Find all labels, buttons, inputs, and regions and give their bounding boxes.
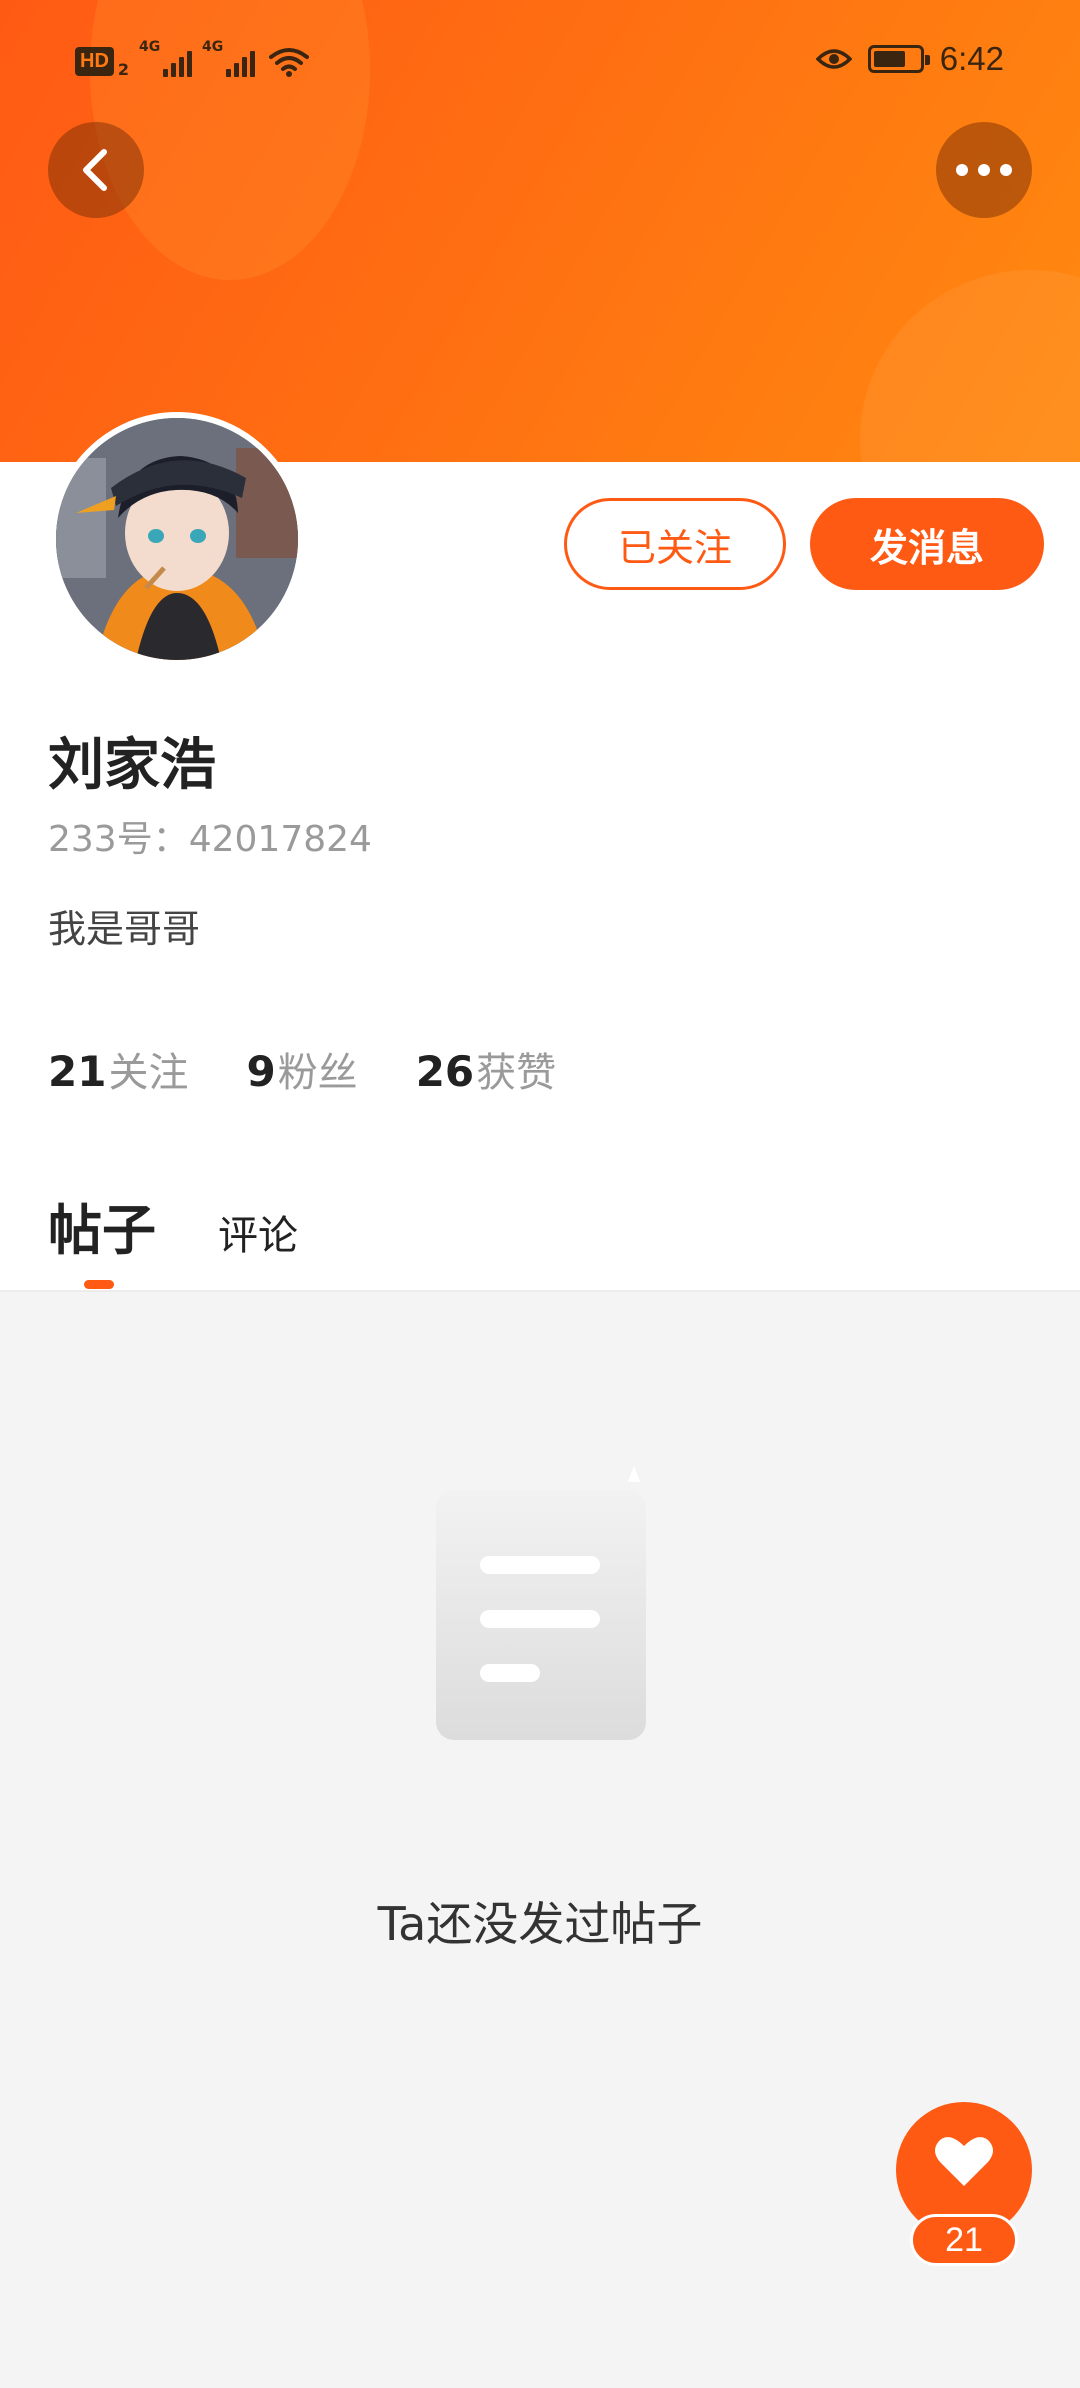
empty-message: Ta还没发过帖子 [377,1897,703,1951]
like-count: 21 [910,2214,1018,2266]
stat-label: 粉丝 [277,1050,358,1096]
message-button[interactable]: 发消息 [810,498,1044,590]
user-bio: 我是哥哥 [48,907,201,951]
heart-icon [935,2137,993,2186]
status-time: 6:42 [939,40,1004,77]
battery-icon [867,45,930,73]
banner-decoration [860,270,1080,462]
stat-followers[interactable]: 9 粉丝 [246,1040,357,1098]
user-id: 233号：42017824 [48,819,372,860]
stat-number: 26 [415,1047,475,1096]
network-label: 4G [202,38,224,55]
avatar[interactable] [50,412,304,666]
status-left: HD 2 4G 4G [75,39,310,79]
signal-icon: 4G [139,39,193,77]
tab-comments[interactable]: 评论 [218,1203,298,1261]
back-button[interactable] [48,122,144,218]
stat-likes[interactable]: 26 获赞 [416,1040,556,1098]
status-bar: HD 2 4G 4G 6:42 [0,0,1080,130]
tab-posts[interactable]: 帖子 [48,1186,156,1265]
stat-label: 获赞 [476,1050,557,1096]
wifi-icon [269,47,310,77]
tab-indicator [84,1280,114,1289]
stat-label: 关注 [108,1050,189,1096]
more-dots-icon [956,164,1012,176]
more-button[interactable] [936,122,1032,218]
document-icon [436,1466,646,1740]
avatar-image [56,418,298,660]
stat-number: 21 [48,1047,107,1096]
network-label: 4G [139,38,161,55]
status-right: 6:42 [815,40,1004,78]
divider [0,1290,1080,1292]
signal-icon: 4G [202,39,256,77]
chevron-left-icon [83,149,107,191]
hd-sub: 2 [117,60,130,79]
stat-number: 9 [246,1047,276,1096]
eye-icon [815,49,852,69]
user-name: 刘家浩 [48,733,216,798]
stats-row: 21 关注 9 粉丝 26 获赞 [48,1040,556,1098]
stat-following[interactable]: 21 关注 [48,1040,188,1098]
profile-tabs: 帖子 评论 [48,1186,298,1265]
hd-badge: HD [75,47,114,76]
follow-button[interactable]: 已关注 [564,498,786,590]
